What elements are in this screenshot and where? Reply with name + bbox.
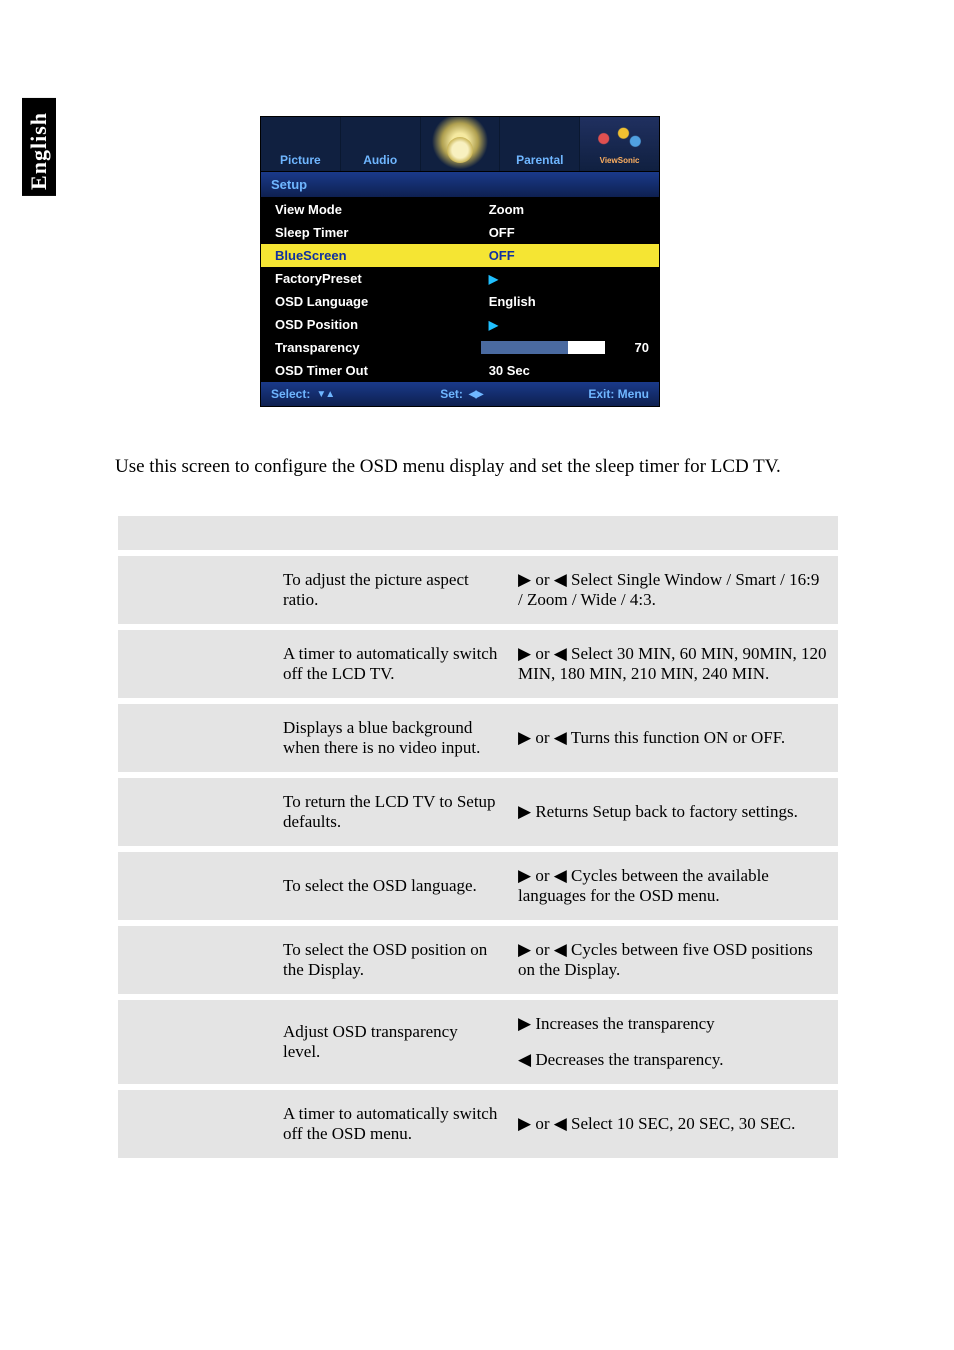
osd-tab-parental[interactable]: Parental	[500, 117, 580, 171]
osd-row-label: Transparency	[275, 340, 481, 355]
osd-tab-label: Parental	[516, 153, 563, 167]
table-row: To select the OSD language. ▶ or ◀ Cycle…	[118, 852, 838, 920]
cell-desc: To return the LCD TV to Setup defaults.	[273, 778, 508, 846]
osd-row-sleep-timer[interactable]: Sleep Timer OFF	[261, 221, 659, 244]
table-row: To select the OSD position on the Displa…	[118, 926, 838, 994]
cell-op: ▶ Increases the transparency ◀ Decreases…	[508, 1000, 838, 1084]
osd-row-label: Sleep Timer	[275, 225, 481, 240]
table-row: Displays a blue background when there is…	[118, 704, 838, 772]
osd-row-label: BlueScreen	[275, 248, 481, 263]
osd-tabs: Picture Audio Parental ViewSonic	[261, 117, 659, 171]
cell-item	[118, 630, 273, 698]
table-header-row	[118, 516, 838, 550]
table-header-desc	[273, 516, 508, 550]
osd-row-view-mode[interactable]: View Mode Zoom	[261, 198, 659, 221]
language-tab: English	[22, 98, 56, 196]
osd-foot-select-label: Select:	[271, 387, 310, 401]
osd-row-value: OFF	[481, 248, 649, 263]
table-row: A timer to automatically switch off the …	[118, 1090, 838, 1158]
cell-op: ▶ or ◀ Select Single Window / Smart / 16…	[508, 556, 838, 624]
osd-row-factory-preset[interactable]: FactoryPreset ▶	[261, 267, 659, 290]
osd-foot-set-label: Set:	[440, 387, 463, 401]
osd-foot-exit-label: Exit: Menu	[588, 387, 649, 401]
osd-panel: Picture Audio Parental ViewSonic Setup V…	[260, 116, 660, 407]
osd-row-value: English	[481, 294, 649, 309]
cell-item	[118, 926, 273, 994]
table-row: Adjust OSD transparency level. ▶ Increas…	[118, 1000, 838, 1084]
osd-footer: Select: ▼▲ Set: ◀▶ Exit: Menu	[261, 382, 659, 406]
table-header-item	[118, 516, 273, 550]
osd-row-osd-timer-out[interactable]: OSD Timer Out 30 Sec	[261, 359, 659, 382]
cell-desc: To adjust the picture aspect ratio.	[273, 556, 508, 624]
chevron-right-icon: ▶	[481, 272, 649, 286]
osd-tab-audio[interactable]: Audio	[341, 117, 421, 171]
table-row: To return the LCD TV to Setup defaults. …	[118, 778, 838, 846]
brand-label: ViewSonic	[600, 156, 640, 165]
osd-row-label: OSD Language	[275, 294, 481, 309]
osd-section-title: Setup	[261, 171, 659, 198]
osd-row-transparency[interactable]: Transparency 70	[261, 336, 659, 359]
osd-row-label: OSD Timer Out	[275, 363, 481, 378]
cell-desc: Displays a blue background when there is…	[273, 704, 508, 772]
gear-icon	[447, 137, 473, 163]
osd-row-value: Zoom	[481, 202, 649, 217]
osd-row-label: FactoryPreset	[275, 271, 481, 286]
osd-row-value: 30 Sec	[481, 363, 649, 378]
cell-desc: To select the OSD position on the Displa…	[273, 926, 508, 994]
osd-row-osd-language[interactable]: OSD Language English	[261, 290, 659, 313]
cell-item	[118, 852, 273, 920]
up-down-arrows-icon: ▼▲	[316, 389, 334, 400]
osd-row-bluescreen[interactable]: BlueScreen OFF	[261, 244, 659, 267]
table-row: A timer to automatically switch off the …	[118, 630, 838, 698]
cell-desc: To select the OSD language.	[273, 852, 508, 920]
table-row: To adjust the picture aspect ratio. ▶ or…	[118, 556, 838, 624]
settings-table: To adjust the picture aspect ratio. ▶ or…	[118, 510, 838, 1164]
osd-row-value: OFF	[481, 225, 649, 240]
op-line: ▶ Increases the transparency	[518, 1014, 828, 1034]
cell-op: ▶ or ◀ Select 10 SEC, 20 SEC, 30 SEC.	[508, 1090, 838, 1158]
cell-op: ▶ or ◀ Select 30 MIN, 60 MIN, 90MIN, 120…	[508, 630, 838, 698]
osd-row-label: OSD Position	[275, 317, 481, 332]
cell-desc: Adjust OSD transparency level.	[273, 1000, 508, 1084]
cell-desc: A timer to automatically switch off the …	[273, 1090, 508, 1158]
table-header-op	[508, 516, 838, 550]
osd-tab-label: Picture	[280, 153, 321, 167]
osd-row-value: 70	[615, 340, 649, 355]
cell-op: ▶ Returns Setup back to factory settings…	[508, 778, 838, 846]
cell-op: ▶ or ◀ Turns this function ON or OFF.	[508, 704, 838, 772]
transparency-slider[interactable]	[481, 341, 605, 354]
cell-op: ▶ or ◀ Cycles between the available lang…	[508, 852, 838, 920]
op-line: ◀ Decreases the transparency.	[518, 1050, 828, 1070]
osd-row-label: View Mode	[275, 202, 481, 217]
cell-item	[118, 704, 273, 772]
osd-tab-label: Audio	[363, 153, 397, 167]
cell-item	[118, 556, 273, 624]
osd-tab-picture[interactable]: Picture	[261, 117, 341, 171]
cell-item	[118, 778, 273, 846]
osd-tab-setup[interactable]	[421, 117, 501, 171]
slider-fill	[481, 341, 568, 354]
cell-op: ▶ or ◀ Cycles between five OSD positions…	[508, 926, 838, 994]
cell-item	[118, 1000, 273, 1084]
chevron-right-icon: ▶	[481, 318, 649, 332]
osd-row-osd-position[interactable]: OSD Position ▶	[261, 313, 659, 336]
cell-desc: A timer to automatically switch off the …	[273, 630, 508, 698]
intro-paragraph: Use this screen to configure the OSD men…	[115, 456, 781, 478]
left-right-arrows-icon: ◀▶	[469, 389, 482, 400]
osd-tab-brand: ViewSonic	[580, 117, 659, 171]
cell-item	[118, 1090, 273, 1158]
